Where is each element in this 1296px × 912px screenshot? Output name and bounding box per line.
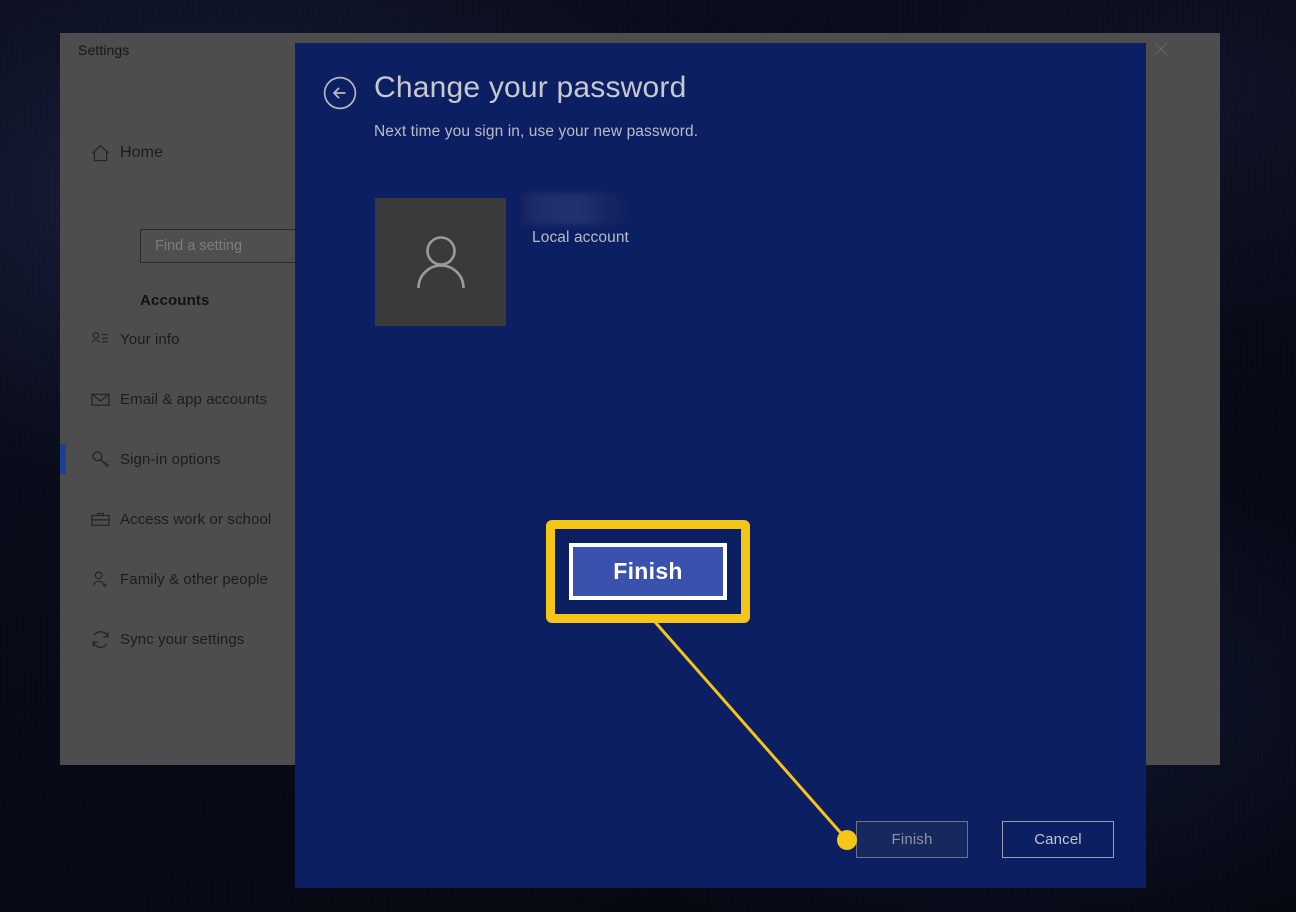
sync-icon	[80, 629, 120, 650]
dialog-subtitle: Next time you sign in, use your new pass…	[374, 123, 699, 140]
person-add-icon	[80, 569, 120, 590]
dialog-footer-buttons: Finish Cancel	[856, 821, 1114, 858]
key-icon	[80, 449, 120, 470]
annotation-callout-label: Finish	[613, 558, 683, 584]
change-password-dialog: Change your password Next time you sign …	[295, 43, 1146, 888]
sidebar-item-label: Sign-in options	[120, 450, 221, 468]
sidebar-item-label: Access work or school	[120, 510, 272, 528]
dialog-title: Change your password	[374, 71, 687, 104]
sidebar-selection-indicator	[60, 444, 66, 474]
sidebar-item-label: Email & app accounts	[120, 390, 268, 408]
sidebar-item-label: Your info	[120, 330, 180, 348]
sidebar-item-label: Sync your settings	[120, 630, 245, 648]
settings-window-title: Settings	[78, 42, 130, 58]
envelope-icon	[80, 389, 120, 410]
default-user-avatar-icon	[416, 236, 465, 289]
sidebar-item-home-label: Home	[120, 144, 164, 161]
annotation-callout-inner: Finish	[569, 543, 727, 600]
avatar	[375, 198, 506, 326]
home-icon	[80, 143, 120, 164]
finish-button[interactable]: Finish	[856, 821, 968, 858]
annotation-callout-box: Finish	[546, 520, 750, 623]
sidebar-item-label: Family & other people	[120, 570, 269, 588]
close-icon	[1154, 42, 1168, 56]
contact-card-icon	[80, 329, 120, 349]
cancel-button[interactable]: Cancel	[1002, 821, 1114, 858]
sidebar-section-header: Accounts	[140, 292, 210, 309]
account-type-label: Local account	[532, 229, 629, 246]
briefcase-icon	[80, 509, 120, 530]
user-name-redacted	[521, 193, 628, 225]
back-arrow-icon[interactable]	[323, 76, 357, 110]
